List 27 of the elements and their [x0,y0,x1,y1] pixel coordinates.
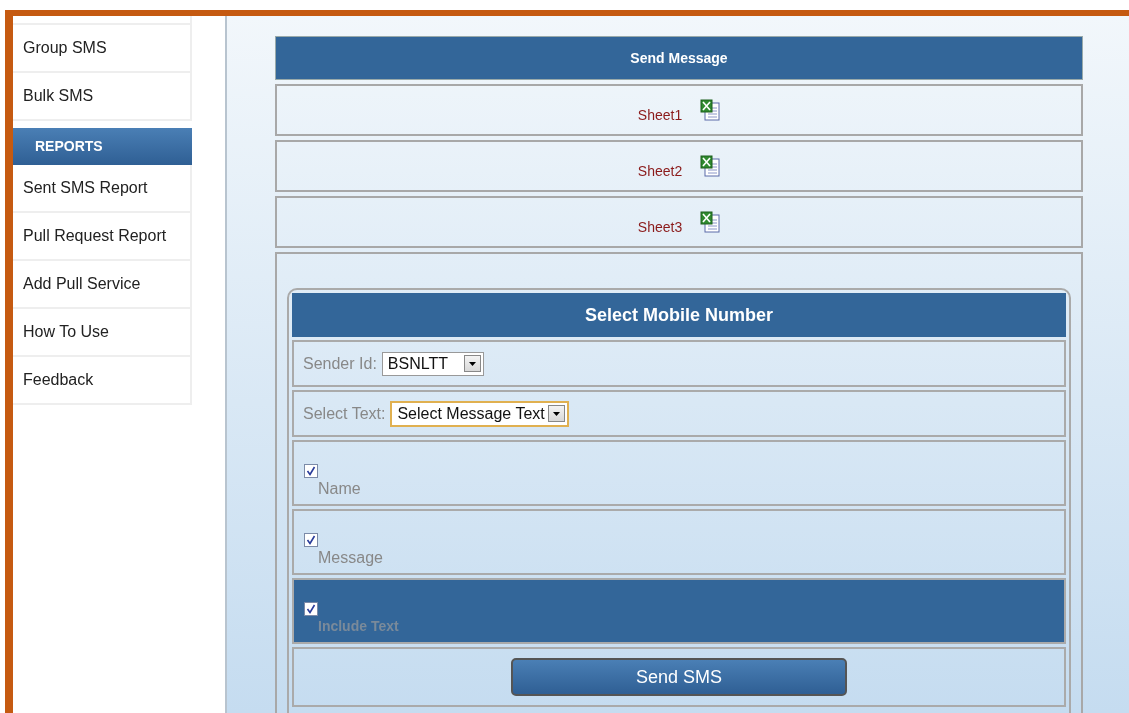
message-text-dropdown[interactable]: Select Message Text [390,400,569,427]
send-sms-button[interactable]: Send SMS [511,658,847,696]
field-label: Sender Id: [303,353,377,374]
option-label: Message [318,548,383,568]
option-label: Include Text [318,617,399,636]
spreadsheet-file-icon [700,155,721,177]
sidebar-item[interactable]: Sent SMS Report [13,165,192,213]
sidebar-item[interactable]: Add Pull Service [13,261,192,309]
spreadsheet-file-icon [700,211,721,233]
spreadsheet-file-icon [700,99,721,121]
sidebar-item[interactable]: How To Use [13,309,192,357]
sidebar-item[interactable]: Pull Request Report [13,213,192,261]
sidebar-item[interactable]: Bulk SMS [13,73,192,121]
sender-id-dropdown[interactable]: BSNLTT [381,351,484,376]
field-label: Select Text: [303,403,386,424]
sheet-link[interactable]: Sheet2 [637,160,683,182]
checkbox[interactable] [304,464,318,478]
checkbox[interactable] [304,533,318,547]
sheet-link[interactable]: Sheet3 [637,216,683,238]
sidebar-item[interactable]: Group SMS [13,25,192,73]
sidebar-item[interactable]: Feedback [13,357,192,405]
form-header: Select Mobile Number [292,293,1066,337]
table-header: Send Message [275,36,1083,80]
option-label: Name [318,479,361,499]
checkbox[interactable] [304,602,318,616]
sidebar-section-header: REPORTS [13,128,192,165]
sheet-link[interactable]: Sheet1 [637,104,683,126]
